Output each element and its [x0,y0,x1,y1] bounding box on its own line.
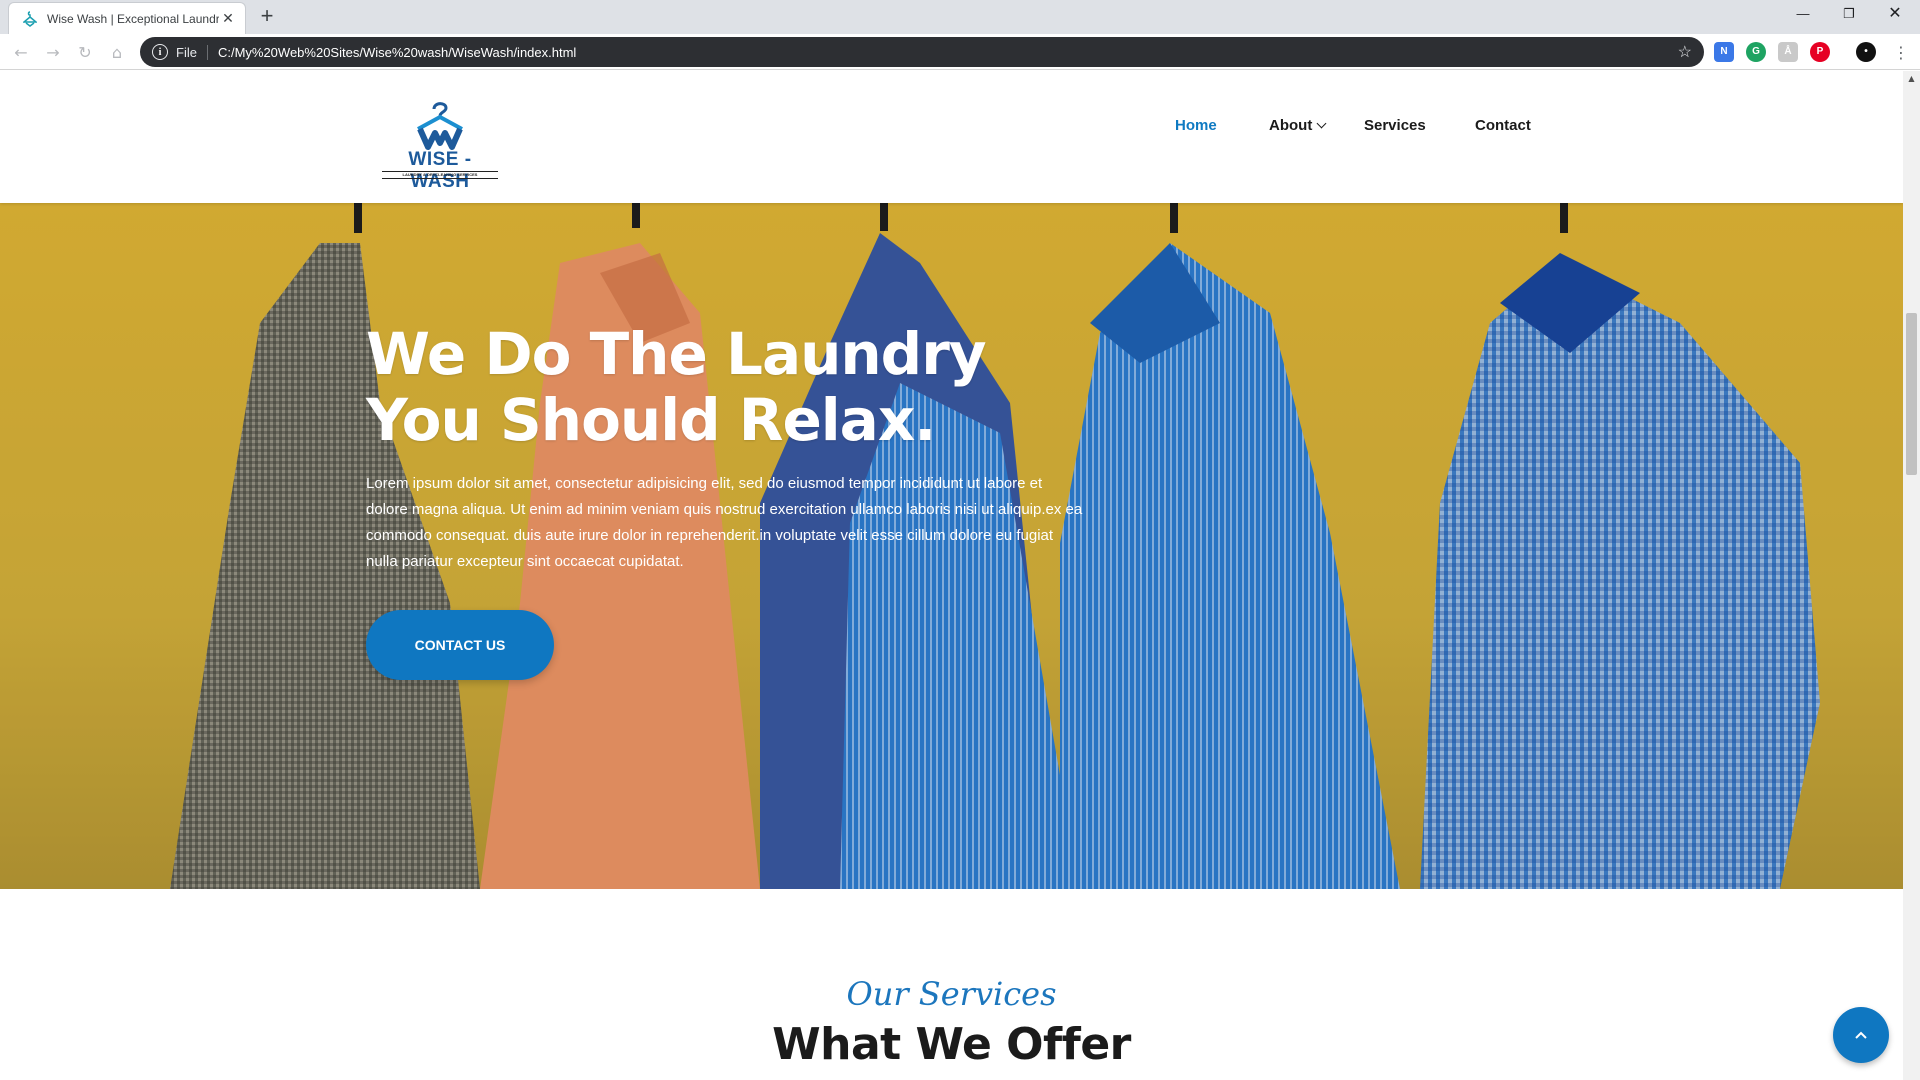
extension-pinterest-icon[interactable]: P [1810,42,1830,62]
extension-generic-icon[interactable]: Å [1778,42,1798,62]
tab-title: Wise Wash | Exceptional Laundry [47,11,219,26]
hero-description: Lorem ipsum dolor sit amet, consectetur … [366,475,1083,570]
scroll-thumb[interactable] [1906,313,1917,475]
nav-contact[interactable]: Contact [1475,117,1531,134]
services-script-heading: Our Services [846,975,1057,1013]
browser-tab[interactable]: Wise Wash | Exceptional Laundry ✕ [8,2,246,34]
site-info-icon[interactable]: i [152,44,168,60]
nav-about-label: About [1269,117,1313,134]
back-to-top-button[interactable] [1833,1007,1889,1063]
url-text[interactable]: C:/My%20Web%20Sites/Wise%20wash/WiseWash… [218,45,1678,60]
profile-avatar[interactable]: • [1856,42,1876,62]
chevron-up-icon [1855,1031,1867,1039]
extension-news-icon[interactable]: N [1714,42,1734,62]
favicon-icon [21,10,39,28]
nav-home[interactable]: Home [1175,117,1217,134]
contact-us-button[interactable]: CONTACT US [366,610,554,680]
extension-grammarly-icon[interactable]: G [1746,42,1766,62]
logo-tagline: LAUNDRY & DRYCLEANING SERVICES [382,171,498,179]
hero-banner: We Do The Laundry You Should Relax. Lore… [0,203,1903,889]
hero-title: We Do The Laundry You Should Relax. [366,321,1066,453]
back-icon[interactable]: ← [8,40,34,66]
scroll-up-icon[interactable]: ▲ [1903,71,1920,87]
restore-icon[interactable]: ❐ [1826,0,1872,28]
site-header: WISE - WASH LAUNDRY & DRYCLEANING SERVIC… [0,71,1903,203]
nav-about[interactable]: About [1269,117,1327,134]
hanger-logo-icon [417,102,463,150]
close-window-icon[interactable]: ✕ [1872,0,1918,28]
bookmark-star-icon[interactable]: ☆ [1678,42,1692,62]
site-logo[interactable]: WISE - WASH LAUNDRY & DRYCLEANING SERVIC… [378,99,502,192]
hero-title-line2: You Should Relax. [366,386,936,454]
hero-title-line1: We Do The Laundry [366,320,987,388]
browser-tabbar: Wise Wash | Exceptional Laundry ✕ + — ❐ … [0,0,1920,34]
browser-toolbar: ← → ↻ ⌂ i File C:/My%20Web%20Sites/Wise%… [0,34,1920,70]
nav-services[interactable]: Services [1364,117,1426,134]
services-title: What We Offer [772,1019,1131,1070]
minimize-icon[interactable]: — [1780,0,1826,28]
url-scheme: File [176,44,208,60]
page-scrollbar[interactable]: ▲ [1903,71,1920,1080]
browser-menu-icon[interactable]: ⋮ [1888,40,1914,66]
chevron-down-icon [1316,118,1327,129]
forward-icon[interactable]: → [40,40,66,66]
tab-close-icon[interactable]: ✕ [219,10,237,28]
new-tab-button[interactable]: + [254,4,280,30]
address-bar[interactable]: i File C:/My%20Web%20Sites/Wise%20wash/W… [140,37,1704,67]
reload-icon[interactable]: ↻ [72,40,98,66]
page-viewport: WISE - WASH LAUNDRY & DRYCLEANING SERVIC… [0,71,1903,1080]
home-icon[interactable]: ⌂ [104,40,130,66]
